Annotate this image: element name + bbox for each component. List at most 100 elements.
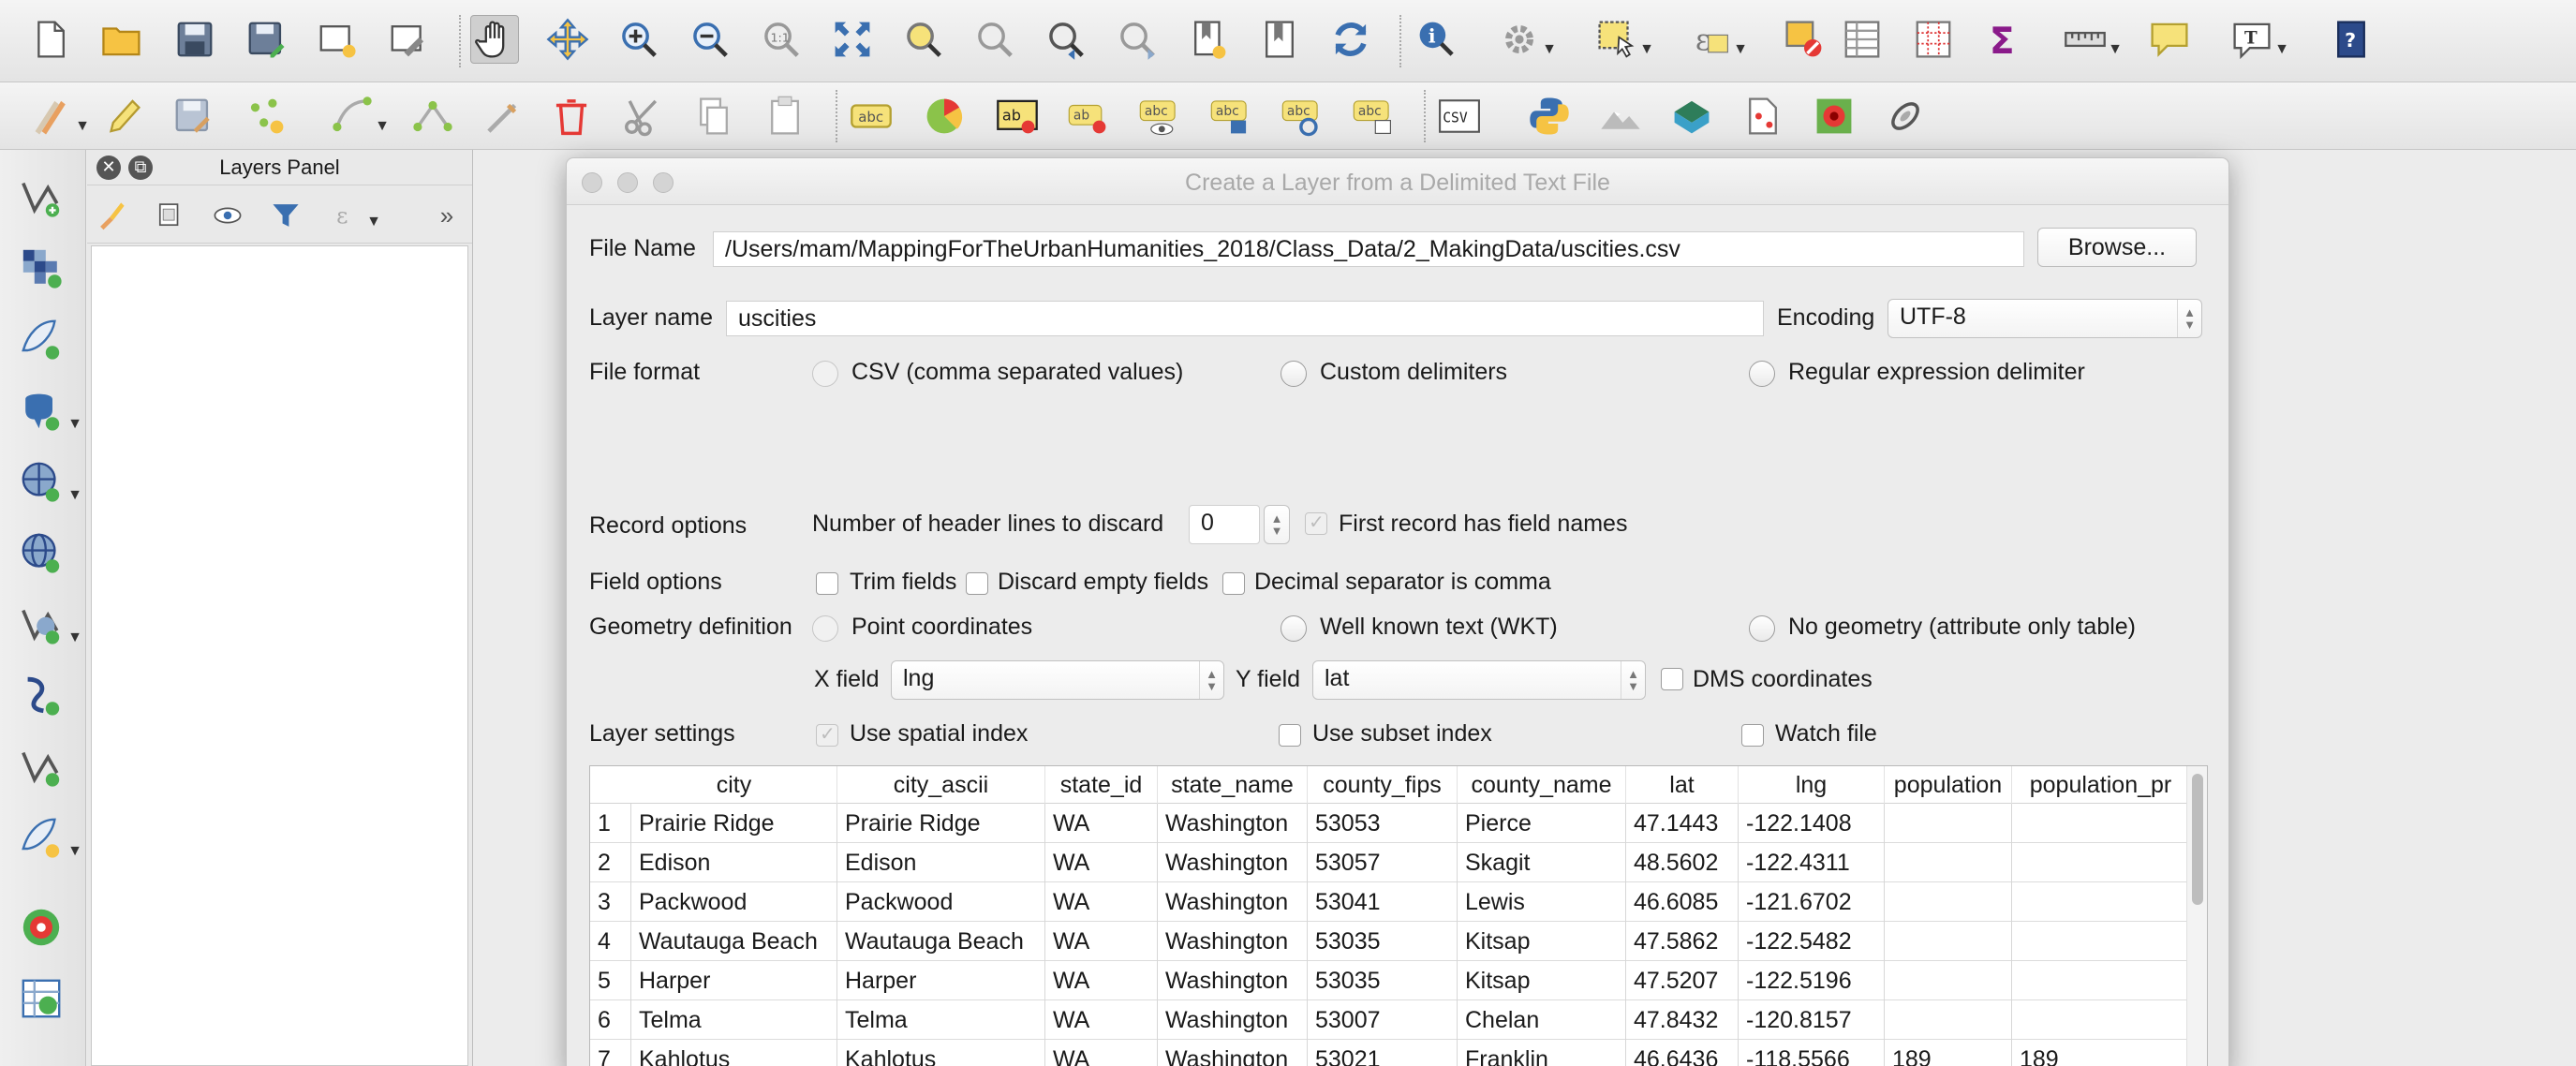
zoom-in-icon[interactable]	[614, 15, 663, 64]
column-header[interactable]: city_ascii	[837, 766, 1045, 804]
column-header[interactable]: lat	[1626, 766, 1739, 804]
save-edits-icon[interactable]	[169, 92, 217, 141]
text-annotation-icon[interactable]: T ▼	[2228, 15, 2289, 64]
watch-file-checkbox[interactable]	[1741, 724, 1764, 747]
node-tool-icon[interactable]	[408, 92, 457, 141]
select-by-area-icon[interactable]: ▼	[1592, 15, 1654, 64]
new-shapefile-icon[interactable]	[13, 311, 69, 367]
add-feature-icon[interactable]	[242, 92, 290, 141]
new-project-icon[interactable]	[26, 15, 75, 64]
csv-format-radio[interactable]	[812, 361, 838, 387]
save-as-icon[interactable]	[242, 15, 290, 64]
x-field-select[interactable]: lng ▲ ▼	[891, 660, 1224, 700]
digitize-icon[interactable]	[480, 92, 528, 141]
zoom-full-icon[interactable]	[828, 15, 877, 64]
add-group-icon[interactable]	[149, 195, 190, 236]
trim-fields-checkbox[interactable]	[816, 572, 838, 595]
open-attribute-table-icon[interactable]	[1838, 15, 1887, 64]
show-bookmarks-icon[interactable]	[1255, 15, 1304, 64]
move-label-icon[interactable]: abc	[1207, 92, 1255, 141]
current-edits-icon[interactable]: ▼	[28, 92, 90, 141]
show-hide-labels-icon[interactable]: abc	[1135, 92, 1184, 141]
layer-name-input[interactable]: uscities	[726, 301, 1764, 336]
change-label-icon[interactable]: abc	[1349, 92, 1398, 141]
wkt-radio[interactable]	[1281, 615, 1307, 642]
paste-icon[interactable]	[761, 92, 809, 141]
delete-selected-icon[interactable]	[547, 92, 596, 141]
decimal-comma-checkbox[interactable]	[1222, 572, 1245, 595]
toggle-editing-icon[interactable]	[97, 92, 146, 141]
label-icon[interactable]: abc	[847, 92, 896, 141]
file-name-input[interactable]: /Users/mam/MappingForTheUrbanHumanities_…	[713, 231, 2024, 267]
save-project-icon[interactable]	[170, 15, 219, 64]
add-virtual-layer-icon[interactable]	[13, 899, 69, 955]
cut-icon[interactable]	[618, 92, 667, 141]
zoom-out-icon[interactable]	[686, 15, 734, 64]
more-tools-icon[interactable]: »	[428, 195, 466, 236]
filter-legend-icon[interactable]	[265, 195, 306, 236]
column-header[interactable]: city	[631, 766, 837, 804]
add-mssql-icon[interactable]	[13, 667, 69, 723]
encoding-select[interactable]: UTF-8 ▲ ▼	[1888, 299, 2202, 338]
regex-delimiter-radio[interactable]	[1749, 361, 1775, 387]
pin-labels-icon[interactable]: ab	[1064, 92, 1113, 141]
table-row[interactable]: 6 Telma Telma WA Washington 53007 Chelan 47.843…	[590, 1000, 2190, 1040]
help-icon[interactable]: ?	[2327, 15, 2376, 64]
dms-coordinates-checkbox[interactable]	[1661, 668, 1683, 690]
column-header[interactable]: population_pr	[2012, 766, 2190, 804]
table-row[interactable]: 3 Packwood Packwood WA Washington 53041 Lewis 4…	[590, 882, 2190, 922]
custom-delimiters-radio[interactable]	[1281, 361, 1307, 387]
sum-icon[interactable]: Σ	[1980, 15, 2029, 64]
new-bookmark-icon[interactable]	[1184, 15, 1233, 64]
first-record-checkbox[interactable]	[1305, 511, 1327, 535]
table-row[interactable]: 2 Edison Edison WA Washington 53057 Skagit 48.5…	[590, 843, 2190, 882]
python-icon[interactable]	[1525, 92, 1574, 141]
zoom-next-icon[interactable]	[1113, 15, 1162, 64]
pan-icon[interactable]	[470, 15, 519, 64]
filter-expression-icon[interactable]: ε ▼	[327, 195, 381, 236]
close-panel-icon[interactable]: ✕	[96, 155, 121, 180]
select-by-expression-icon[interactable]: ε ▼	[1686, 15, 1748, 64]
zoom-last-icon[interactable]	[1042, 15, 1090, 64]
terrain-icon[interactable]	[1596, 92, 1645, 141]
column-header[interactable]: state_id	[1045, 766, 1158, 804]
heatmap-icon[interactable]	[1810, 92, 1858, 141]
header-lines-stepper[interactable]: ▲ ▼	[1264, 505, 1290, 544]
no-geometry-radio[interactable]	[1749, 615, 1775, 642]
new-print-composer-icon[interactable]	[313, 15, 362, 64]
table-vertical-scrollbar[interactable]	[2186, 766, 2207, 1066]
discard-empty-checkbox[interactable]	[966, 572, 988, 595]
deselect-icon[interactable]	[1780, 15, 1828, 64]
column-header[interactable]: state_name	[1158, 766, 1308, 804]
table-row[interactable]: 1 Prairie Ridge Prairie Ridge WA Washington 5…	[590, 804, 2190, 843]
select-feature-icon[interactable]: ▼	[1495, 15, 1557, 64]
manage-visibility-icon[interactable]	[207, 195, 248, 236]
add-wms-icon[interactable]	[13, 525, 69, 581]
zoom-native-icon[interactable]: 1:1	[757, 15, 806, 64]
sample-data-table[interactable]: city city_ascii state_id state_name county_f…	[589, 765, 2208, 1066]
add-wfs-icon[interactable]: ▼	[13, 596, 82, 652]
add-vector-layer-icon[interactable]	[13, 169, 69, 225]
browse-button[interactable]: Browse...	[2037, 228, 2197, 267]
statistics-icon[interactable]	[1909, 15, 1958, 64]
layers-tree[interactable]	[91, 245, 468, 1066]
add-oracle-icon[interactable]	[13, 738, 69, 794]
header-lines-input[interactable]: 0	[1189, 505, 1260, 544]
add-gpx-icon[interactable]	[13, 970, 69, 1027]
add-spatialite-icon[interactable]: ▼	[13, 453, 82, 510]
open-project-icon[interactable]	[97, 15, 146, 64]
add-raster-layer-icon[interactable]	[13, 240, 69, 296]
new-spatialite-icon[interactable]: ▼	[13, 809, 82, 866]
add-delimited-text-icon[interactable]: CSV	[1435, 92, 1484, 141]
georeferencer-icon[interactable]	[1739, 92, 1787, 141]
pan-to-selection-icon[interactable]	[543, 15, 592, 64]
pie-chart-icon[interactable]	[920, 92, 969, 141]
composer-manager-icon[interactable]	[384, 15, 433, 64]
float-panel-icon[interactable]: ⧉	[128, 155, 153, 180]
add-postgis-icon[interactable]: ▼	[13, 382, 82, 438]
zoom-to-selection-icon[interactable]	[899, 15, 948, 64]
move-feature-icon[interactable]: ▼	[328, 92, 390, 141]
zoom-to-layer-icon[interactable]	[970, 15, 1019, 64]
table-row[interactable]: 5 Harper Harper WA Washington 53035 Kitsap 47.5…	[590, 961, 2190, 1000]
tooltip-icon[interactable]	[2145, 15, 2194, 64]
